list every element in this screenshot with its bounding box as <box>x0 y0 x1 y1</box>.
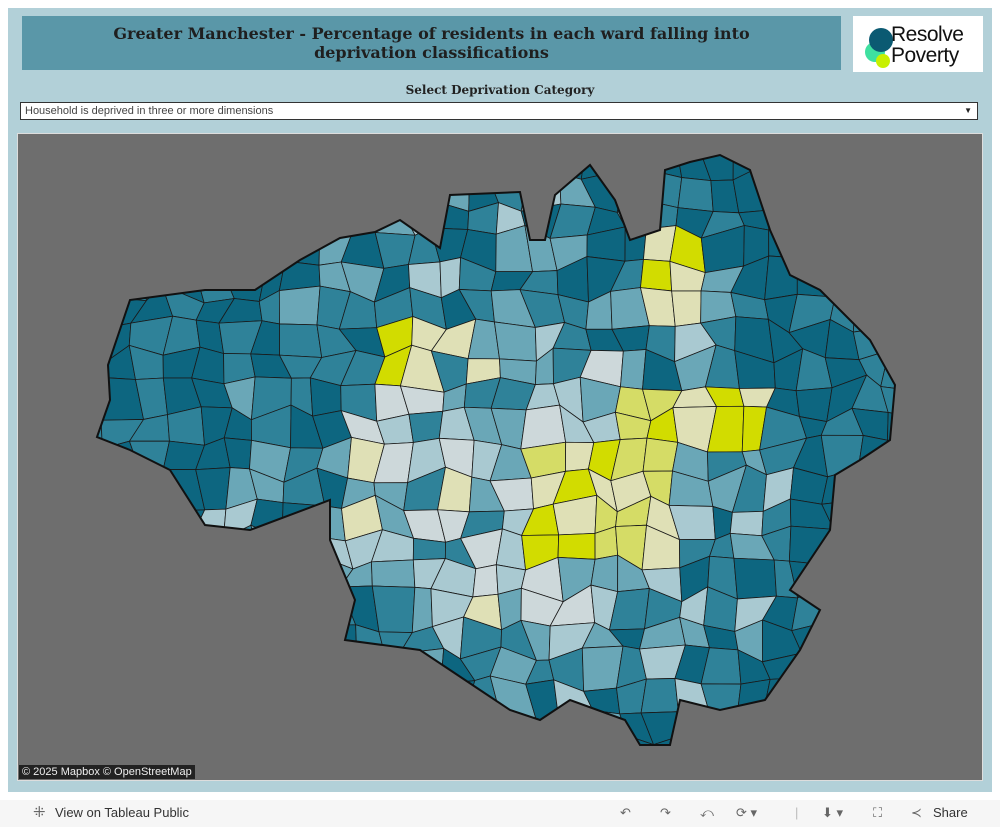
tableau-toolbar: ⁜ View on Tableau Public ↶ ↷ ⤺ ⟳ ▾ | ⬇ ▾… <box>0 800 1000 827</box>
ward-area[interactable] <box>640 678 679 714</box>
redo-icon[interactable]: ↷ <box>660 805 671 821</box>
ward-map[interactable]: © 2025 Mapbox © OpenStreetMap <box>17 133 983 781</box>
ward-area[interactable] <box>371 585 416 633</box>
tableau-icon: ⁜ <box>33 804 46 821</box>
ward-area[interactable] <box>408 410 444 443</box>
filter-label: Select Deprivation Category <box>405 83 595 97</box>
ward-area[interactable] <box>371 559 416 588</box>
refresh-icon[interactable]: ⟳ ▾ <box>736 805 757 821</box>
fullscreen-icon[interactable]: ⛶ <box>873 805 882 821</box>
share-button[interactable]: Share <box>933 805 968 820</box>
ward-area[interactable] <box>677 177 714 212</box>
ward-area[interactable] <box>520 404 567 450</box>
map-attribution: © 2025 Mapbox © OpenStreetMap <box>19 765 195 779</box>
ward-area[interactable] <box>557 532 596 560</box>
download-icon[interactable]: ⬇ ▾ <box>822 805 843 821</box>
ward-area[interactable] <box>640 258 673 292</box>
dashboard: Greater Manchester - Percentage of resid… <box>8 8 992 792</box>
ward-area[interactable] <box>412 537 446 561</box>
deprivation-category-dropdown[interactable]: Household is deprived in three or more d… <box>20 102 978 120</box>
ward-area[interactable] <box>733 557 777 600</box>
chevron-down-icon: ▼ <box>964 106 972 115</box>
page-title: Greater Manchester - Percentage of resid… <box>113 24 750 62</box>
ward-area[interactable] <box>279 323 323 358</box>
ward-area[interactable] <box>493 321 537 362</box>
ward-area[interactable] <box>729 510 764 537</box>
resolve-poverty-logo: Resolve Poverty <box>853 16 983 72</box>
view-on-tableau-link[interactable]: View on Tableau Public <box>55 805 189 820</box>
revert-icon[interactable]: ⤺ <box>700 805 714 821</box>
title-banner: Greater Manchester - Percentage of resid… <box>22 16 841 70</box>
ward-area[interactable] <box>671 290 702 327</box>
undo-icon[interactable]: ↶ <box>620 805 631 821</box>
ward-area[interactable] <box>472 564 499 598</box>
ward-area[interactable] <box>278 285 321 326</box>
choropleth-map[interactable] <box>18 134 982 780</box>
share-icon[interactable]: ≺ <box>911 805 922 821</box>
ward-area[interactable] <box>642 437 679 472</box>
divider: | <box>795 805 799 820</box>
ward-area[interactable] <box>411 586 433 634</box>
ward-area[interactable] <box>620 349 647 390</box>
ward-area[interactable] <box>795 387 833 423</box>
